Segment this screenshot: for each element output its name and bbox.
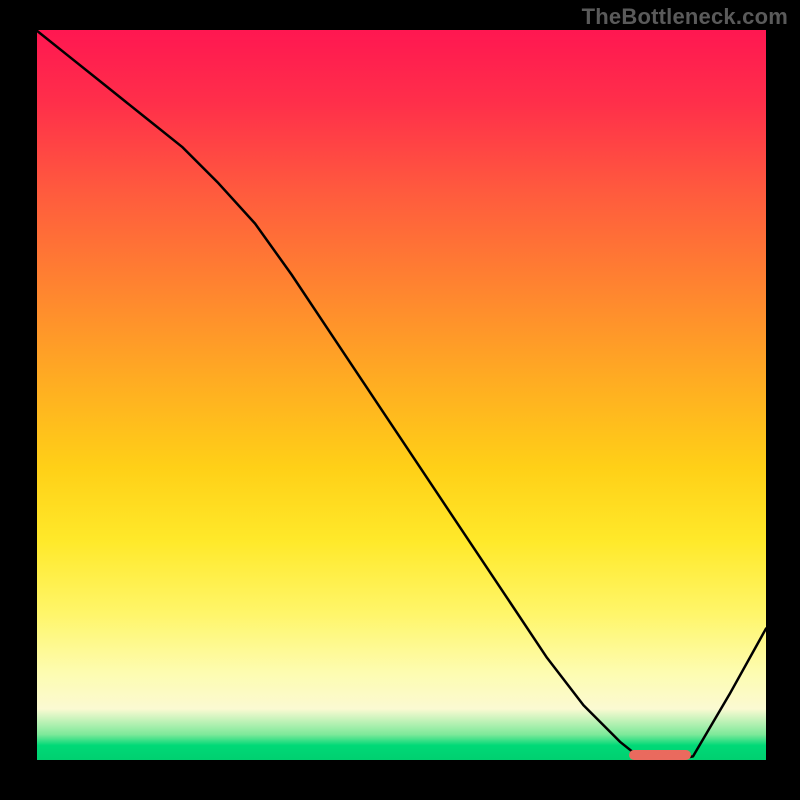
- chart-container: TheBottleneck.com: [0, 0, 800, 800]
- watermark-text: TheBottleneck.com: [582, 4, 788, 30]
- y-axis: [34, 30, 37, 763]
- optimum-marker: [629, 750, 691, 760]
- plot-area: [36, 30, 766, 760]
- x-axis: [36, 760, 766, 763]
- curve-path: [36, 30, 766, 760]
- bottleneck-curve: [36, 30, 766, 760]
